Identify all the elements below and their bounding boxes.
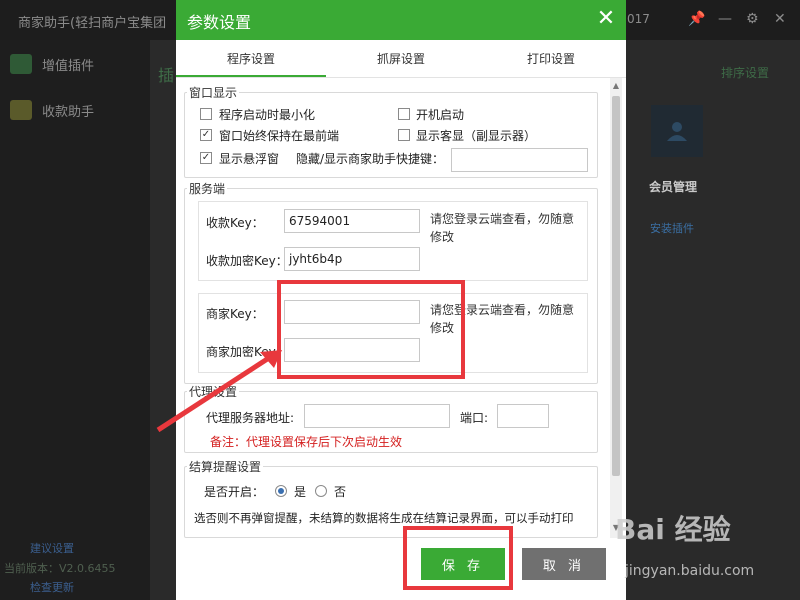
hotkey-label: 隐藏/显示商家助手快捷键：	[296, 152, 445, 166]
check-update-link[interactable]: 检查更新	[30, 579, 74, 595]
tab-capture-settings[interactable]: 抓屏设置	[326, 40, 476, 77]
install-plugin-link[interactable]: 安装插件	[650, 220, 694, 236]
enable-yes-label: 是	[294, 485, 307, 499]
enable-label: 是否开启：	[204, 485, 265, 499]
group-legend: 服务端	[189, 182, 226, 196]
annotation-save-highlight	[403, 526, 513, 590]
merchant-key-label: 商家Key：	[206, 307, 264, 321]
scroll-up-icon[interactable]: ▲	[610, 80, 622, 92]
floating-window-label: 显示悬浮窗	[219, 152, 280, 166]
always-on-top-label: 窗口始终保持在最前端	[219, 129, 340, 143]
pin-icon[interactable]: 📌	[688, 11, 705, 27]
dialog-header: 参数设置 ✕	[176, 0, 626, 40]
gear-icon[interactable]: ⚙	[746, 11, 759, 27]
dialog-title: 参数设置	[187, 13, 252, 32]
baidu-watermark-url: jingyan.baidu.com	[625, 563, 755, 579]
customer-display-checkbox[interactable]	[398, 129, 410, 141]
collect-key-label: 收款Key：	[206, 216, 264, 230]
group-legend: 结算提醒设置	[189, 460, 262, 474]
always-on-top-checkbox[interactable]: ✓	[200, 129, 212, 141]
close-icon[interactable]: ✕	[774, 11, 786, 27]
tab-program-settings[interactable]: 程序设置	[176, 40, 326, 77]
annotation-arrow-icon	[156, 350, 282, 433]
auto-start-label: 开机启动	[416, 108, 465, 122]
collect-secret-label: 收款加密Key：	[206, 254, 288, 268]
floating-window-checkbox[interactable]: ✓	[200, 152, 212, 164]
money-icon	[10, 100, 32, 120]
member-management-label: 会员管理	[649, 180, 698, 194]
annotation-highlight-box	[277, 280, 465, 379]
sidebar-item-plugins[interactable]: 增值插件	[10, 52, 94, 76]
proxy-port-label: 端口:	[460, 411, 489, 425]
member-icon[interactable]	[651, 105, 703, 157]
collect-key-input[interactable]: 67594001	[284, 209, 420, 233]
minimize-on-start-label: 程序启动时最小化	[219, 108, 316, 122]
group-legend: 窗口显示	[189, 86, 238, 100]
cancel-button[interactable]: 取 消	[522, 548, 606, 580]
collect-key-note: 请您登录云端查看，勿随意修改	[430, 212, 575, 244]
suggest-settings-link[interactable]: 建议设置	[30, 540, 74, 556]
baidu-watermark: Bai 经验	[615, 513, 731, 546]
enable-no-label: 否	[334, 485, 347, 499]
hotkey-input[interactable]	[451, 148, 588, 172]
vertical-scrollbar[interactable]: ▲ ▼	[610, 78, 622, 538]
close-icon[interactable]: ✕	[594, 7, 618, 31]
sidebar-item-label: 收款助手	[42, 104, 95, 120]
sidebar-item-payment[interactable]: 收款助手	[10, 98, 94, 122]
auto-start-checkbox[interactable]	[398, 108, 410, 120]
minimize-on-start-checkbox[interactable]	[200, 108, 212, 120]
background-tab-fragment: 插	[158, 66, 175, 85]
scroll-thumb[interactable]	[612, 96, 620, 476]
collect-secret-input[interactable]: jyht6b4p	[284, 247, 420, 271]
tab-print-settings[interactable]: 打印设置	[476, 40, 626, 77]
background-sidebar	[0, 40, 150, 600]
minimize-icon[interactable]: —	[718, 11, 732, 27]
background-version-fragment: 017	[627, 12, 650, 26]
proxy-port-input[interactable]	[497, 404, 549, 428]
settlement-description: 选否则不再弹窗提醒，未结算的数据将生成在结算记录界面，可以手动打印	[194, 511, 574, 525]
sort-settings-link[interactable]: 排序设置	[721, 64, 769, 81]
enable-yes-radio[interactable]	[275, 485, 287, 497]
background-app-title: 商家助手(轻扫商户宝集团	[18, 16, 167, 31]
customer-display-label: 显示客显（副显示器）	[416, 129, 537, 143]
current-version: 当前版本：V2.0.6455	[4, 562, 116, 575]
enable-no-radio[interactable]	[315, 485, 327, 497]
proxy-address-input[interactable]	[304, 404, 450, 428]
sidebar-item-label: 增值插件	[42, 58, 95, 74]
tab-bar: 程序设置 抓屏设置 打印设置	[176, 40, 626, 78]
puzzle-icon	[10, 54, 32, 74]
